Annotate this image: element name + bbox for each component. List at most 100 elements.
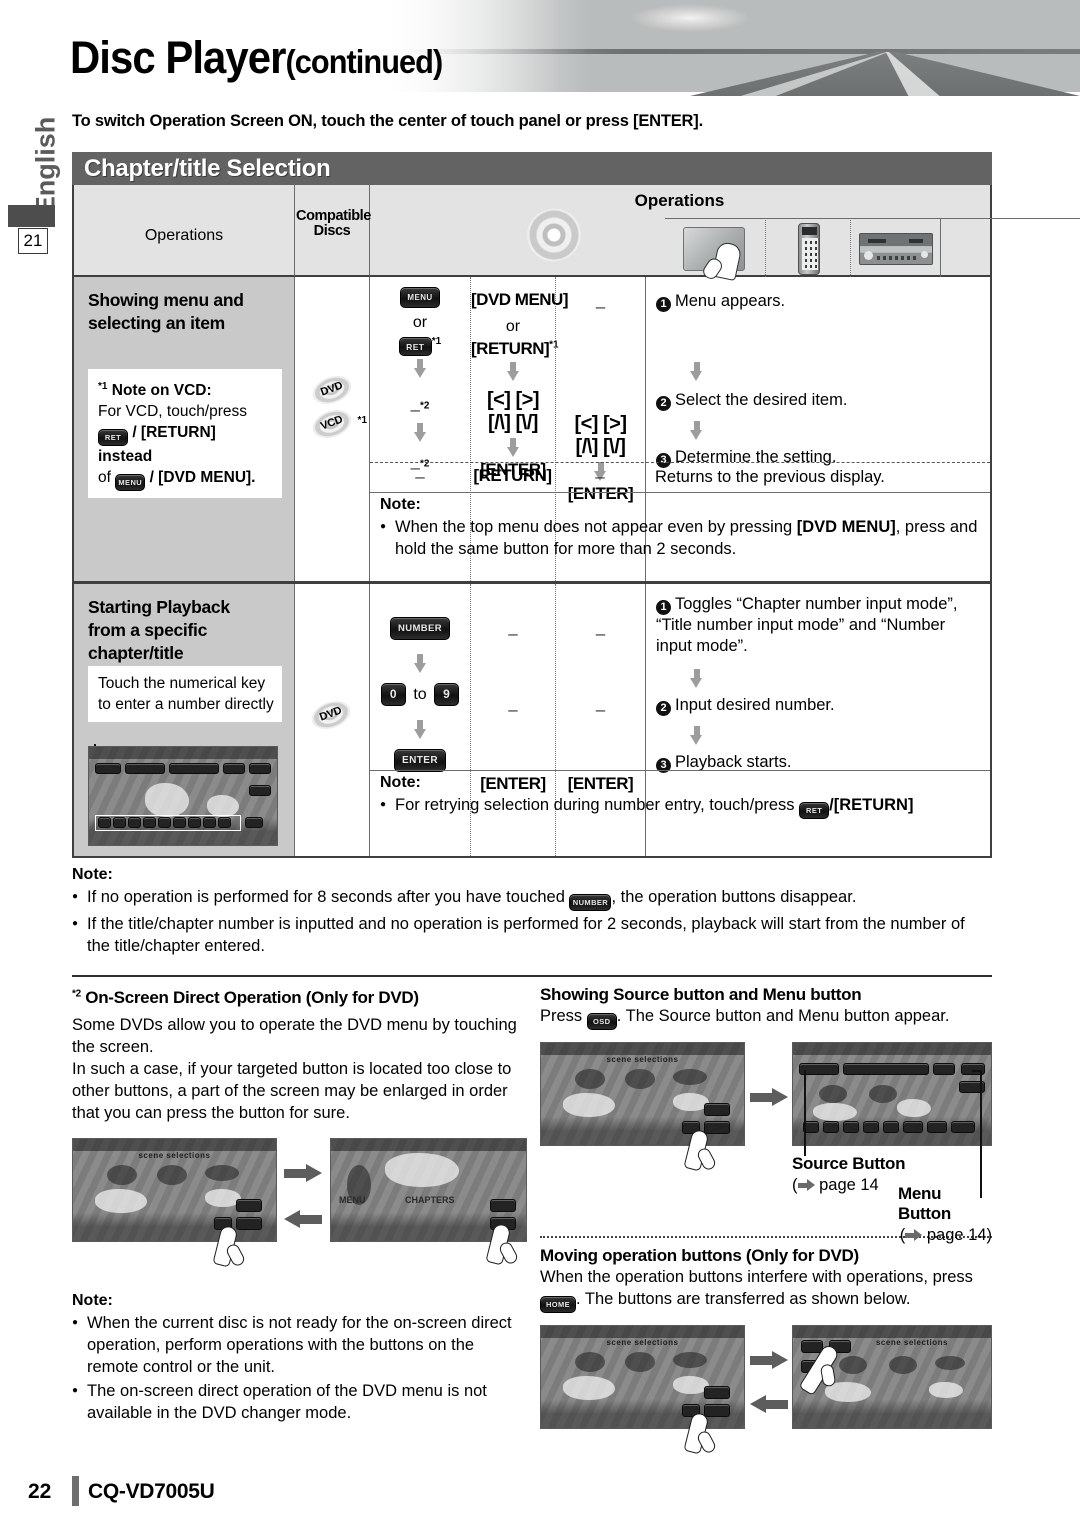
chapter-title-selection-table: Operations Compatible Discs Operations S… (72, 185, 1080, 858)
down-arrow-icon (690, 726, 703, 745)
row1-note-text: When the top menu does not appear even b… (380, 516, 980, 560)
row1-result-3: 3 Determine the setting. (646, 443, 991, 468)
margin-dark-bar (8, 205, 55, 227)
left-column-note-1: When the current disc is not ready for t… (72, 1312, 527, 1378)
row1-remote-key2: [RETURN] (471, 339, 550, 358)
down-arrow-icon (690, 421, 703, 440)
row1-title: Showing menu and selecting an item (88, 290, 244, 333)
right-column-press-line: Press OSD. The Source button and Menu bu… (540, 1005, 992, 1030)
right-column-figure-2: scene selections scene selections (540, 1325, 992, 1475)
right-column-figure-1: scene selections Source Button (page 14… (540, 1042, 992, 1244)
row2-remote-key1: – (508, 624, 518, 643)
row2-unit-key2: – (595, 700, 606, 719)
row1-note-line3-b: / [DVD MENU]. (149, 469, 256, 487)
pointing-hand-icon (485, 1222, 520, 1268)
table-header-compatible-discs-label: Compatible Discs (296, 208, 371, 239)
figure-screen-after (792, 1042, 992, 1146)
down-arrow-icon (506, 362, 520, 381)
row2-screen-thumbnail (88, 746, 278, 846)
left-column-heading: *2 On-Screen Direct Operation (Only for … (72, 988, 419, 1007)
row1-remote-key3-line1: [<] [>] (486, 389, 540, 411)
step-number-badge: 3 (656, 453, 671, 468)
row2-discs-cell: DVD (294, 584, 369, 856)
right-column-heading-1: Showing Source button and Menu button (540, 985, 862, 1004)
row1-result-1: 1 Menu appears. (646, 277, 991, 312)
section-title-text: Chapter/title Selection (84, 155, 331, 182)
page-title: Disc Player(continued) (70, 32, 443, 84)
right-column-para-2: When the operation buttons interfere wit… (540, 1266, 992, 1313)
home-button-icon: HOME (540, 1296, 576, 1313)
disc-badge-dvd: DVD (307, 695, 355, 735)
pointing-hand-icon (683, 1411, 718, 1457)
row1-result-2: 2 Select the desired item. (646, 384, 991, 411)
page-title-continued: (continued) (285, 43, 443, 80)
left-column-para-2: In such a case, if your targeted button … (72, 1060, 512, 1122)
row1-touch-dash2-marker: *2 (420, 400, 430, 412)
table-header-operations-col: Operations (74, 185, 294, 277)
row1-vcd-note: *1 Note on VCD: For VCD, touch/press RET… (88, 369, 282, 499)
table-header-headunit-col (850, 218, 940, 277)
table-header-remote-col (765, 218, 850, 277)
row2-result-1: 1 Toggles “Chapter number input mode”, “T… (656, 595, 958, 655)
page-title-main: Disc Player (70, 32, 286, 83)
row2-note-separator (370, 770, 990, 771)
step-number-badge: 2 (656, 396, 671, 411)
down-arrow-icon (413, 422, 427, 442)
menu-button-leader-line (980, 1070, 982, 1198)
down-arrow-icon (413, 358, 427, 378)
margin-page-number: 21 (18, 228, 48, 254)
left-column-para-1: Some DVDs allow you to operate the DVD m… (72, 1016, 517, 1056)
enter-button-icon: ENTER (394, 749, 446, 772)
row1-note-block: Note: When the top menu does not appear … (380, 496, 980, 560)
page-note-1: If no operation is performed for 8 secon… (72, 886, 992, 911)
source-button-leader-line (804, 1070, 806, 1156)
dvd-menu-button-icon: MENU (115, 474, 146, 492)
horizontal-rule (72, 975, 992, 977)
down-arrow-icon (413, 654, 427, 673)
row1-note-line1: For VCD, touch/press (98, 403, 248, 421)
down-arrow-icon (506, 438, 520, 457)
down-arrow-icon (690, 362, 703, 381)
table-row: Showing menu and selecting an item *1 Not… (74, 277, 990, 581)
row1-return-touch: – (415, 467, 425, 486)
row2-unit-key1: – (595, 624, 606, 643)
section-title-bar: Chapter/title Selection (72, 152, 992, 185)
row1-return-result: Returns to the previous display. (655, 468, 885, 486)
row2-note-text: For retrying selection during number ent… (380, 794, 986, 819)
down-arrow-icon (413, 720, 427, 739)
head-unit-icon (859, 233, 933, 265)
row1-unit-key2-line2: [/\] [\/] (575, 436, 626, 458)
row1-unit-key2-line1: [<] [>] (574, 413, 627, 435)
table-header-touchpanel-col (665, 218, 765, 282)
row1-return-unit: – (595, 467, 605, 486)
row1-note-line3-of: of (98, 469, 111, 487)
left-arrow-icon (750, 1395, 788, 1413)
menu-button-leader-elbow (972, 1070, 982, 1072)
row1-note-title: Note on VCD: (111, 382, 212, 400)
row1-touch-dash2: – (410, 399, 420, 419)
footer-bar (72, 1476, 79, 1506)
ret-button-icon: RET (98, 429, 128, 447)
left-column-figure: scene selections MENU CHAPTERS (72, 1138, 527, 1278)
number-9-button-icon: 9 (434, 683, 460, 706)
row1-dashed-separator (370, 462, 990, 463)
row2-callout: Touch the numerical key to enter a numbe… (88, 666, 282, 722)
figure-screen-label: scene selections (606, 1338, 679, 1348)
right-column: Showing Source button and Menu button Pr… (540, 985, 992, 1475)
table-header-row: Operations Compatible Discs Operations (74, 185, 1080, 282)
ret-button-icon: RET (799, 802, 830, 819)
footer-page-number: 22 (28, 1480, 52, 1503)
figure-screen-label: scene selections (138, 1151, 211, 1161)
step-number-badge: 2 (656, 701, 671, 716)
table-header-operations-group-label: Operations (634, 191, 725, 210)
disc-badge-vcd: VCD (308, 404, 356, 444)
row1-remote-or: or (505, 318, 521, 335)
row1-operations-cell: Showing menu and selecting an item *1 Not… (74, 277, 294, 581)
number-button-icon: NUMBER (569, 894, 612, 911)
figure-screen-label: scene selections (875, 1338, 949, 1348)
row1-remote-key3-line2: [/\] [\/] (488, 412, 538, 434)
right-column-heading-2: Moving operation buttons (Only for DVD) (540, 1246, 859, 1265)
row1-vcd-marker: *1 (357, 415, 367, 426)
row1-touch-or: or (412, 314, 428, 331)
number-button-icon: NUMBER (390, 617, 450, 640)
